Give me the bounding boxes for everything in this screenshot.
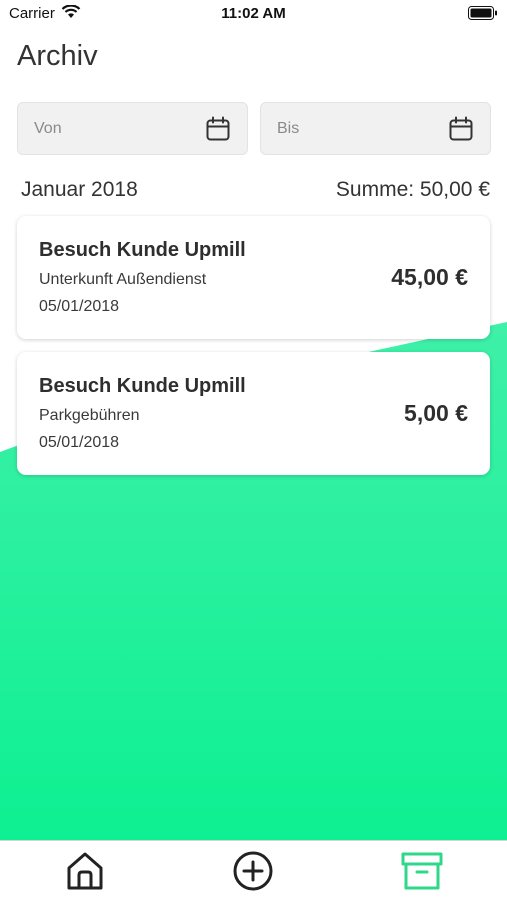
expense-category: Parkgebühren: [39, 407, 140, 424]
page-title: Archiv: [17, 40, 98, 72]
from-date-placeholder: Von: [34, 120, 62, 137]
archive-box-icon: [401, 852, 443, 890]
clock: 11:02 AM: [221, 5, 286, 22]
plus-circle-icon: [233, 851, 273, 891]
tab-add-expense[interactable]: [231, 849, 275, 893]
to-date-field[interactable]: Bis: [260, 102, 491, 155]
calendar-icon[interactable]: [205, 116, 231, 147]
battery-icon: [468, 6, 498, 24]
expense-title: Besuch Kunde Upmill: [39, 375, 246, 397]
expense-amount: 5,00 €: [404, 400, 468, 426]
tab-bar: [0, 840, 507, 900]
tab-archive[interactable]: [400, 849, 444, 893]
home-icon: [67, 852, 103, 890]
to-date-placeholder: Bis: [277, 120, 300, 137]
expense-date: 05/01/2018: [39, 298, 120, 315]
expense-card[interactable]: Besuch Kunde Upmill Unterkunft Außendien…: [17, 216, 490, 339]
from-date-field[interactable]: Von: [17, 102, 248, 155]
calendar-icon[interactable]: [448, 116, 474, 147]
expense-category: Unterkunft Außendienst: [39, 271, 207, 288]
tab-home[interactable]: [63, 849, 107, 893]
status-bar: Carrier 11:02 AM: [0, 0, 507, 28]
expense-title: Besuch Kunde Upmill: [39, 239, 246, 261]
expense-date: 05/01/2018: [39, 434, 120, 451]
expense-amount: 45,00 €: [391, 264, 468, 290]
month-total: Summe: 50,00 €: [335, 178, 490, 201]
expense-card[interactable]: Besuch Kunde Upmill Parkgebühren 05/01/2…: [17, 352, 490, 475]
month-label: Januar 2018: [21, 178, 138, 201]
